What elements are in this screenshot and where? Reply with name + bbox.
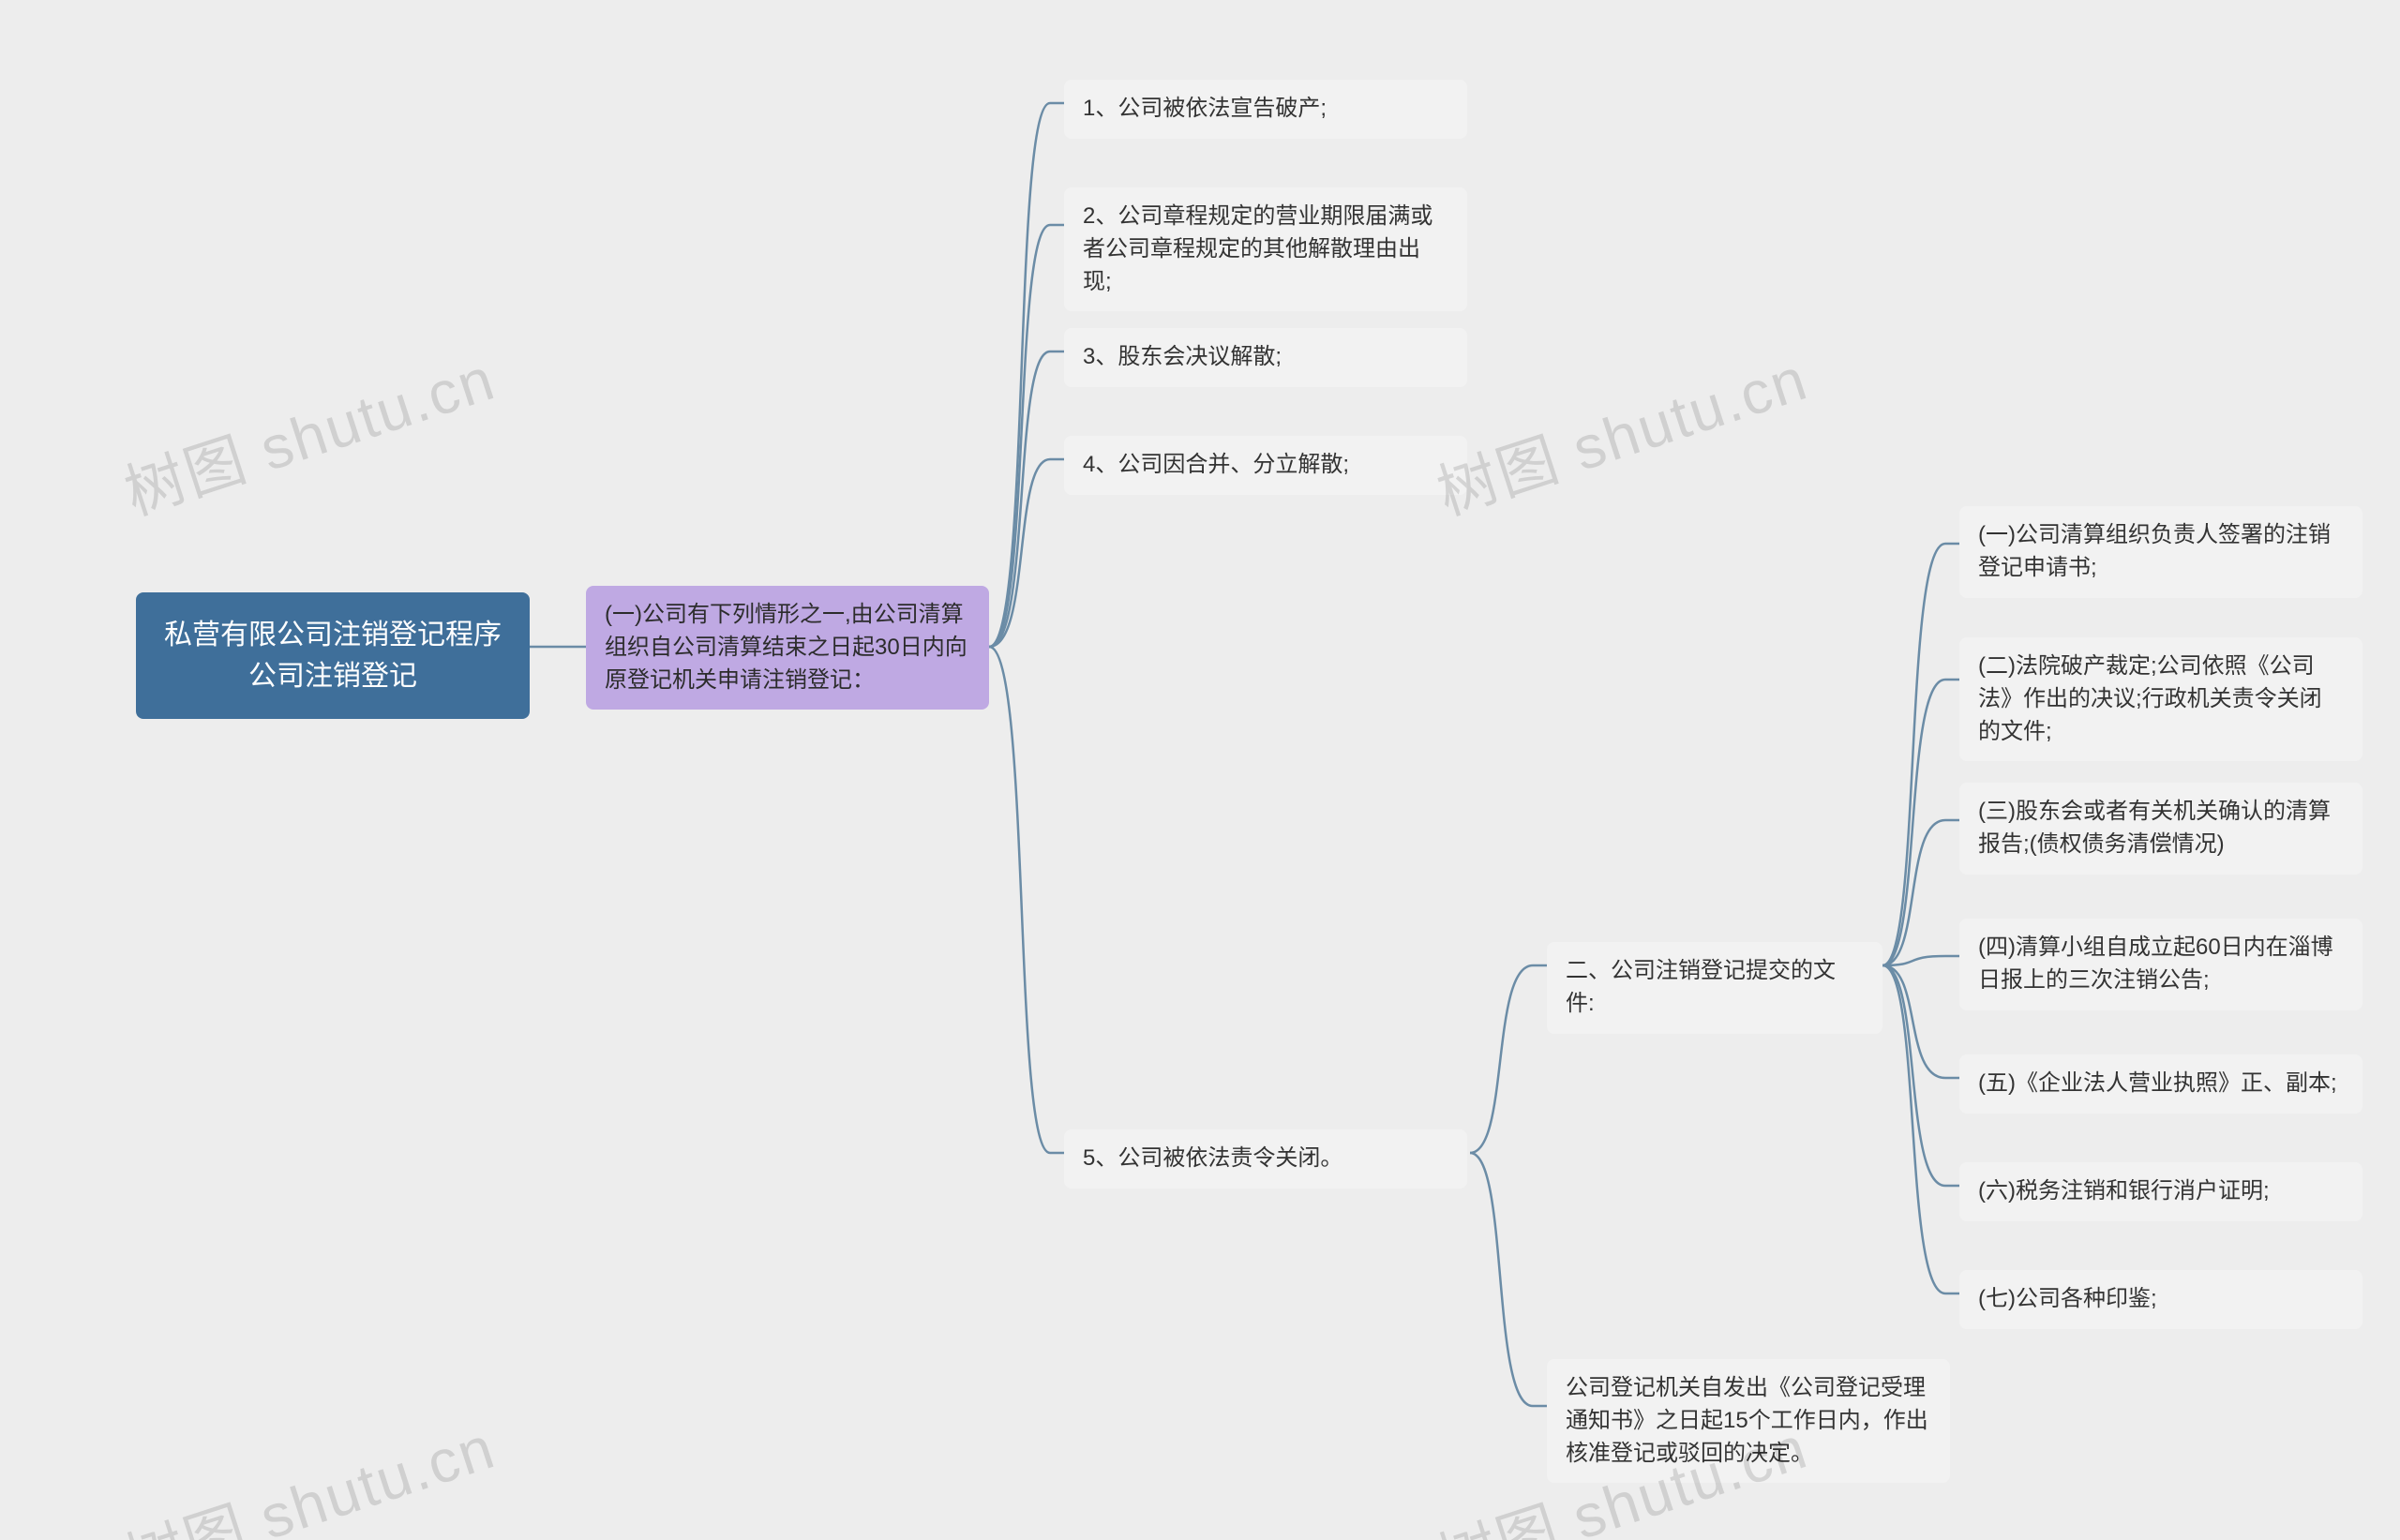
doc-d1[interactable]: (一)公司清算组织负责人签署的注销登记申请书; [1959,506,2362,598]
mindmap-canvas: 私营有限公司注销登记程序公司注销登记 (一)公司有下列情形之一,由公司清算组织自… [0,0,2400,1540]
leaf-label: (四)清算小组自成立起60日内在淄博日报上的三次注销公告; [1978,934,2333,993]
final-node[interactable]: 公司登记机关自发出《公司登记受理通知书》之日起15个工作日内，作出核准登记或驳回… [1547,1359,1950,1483]
condition-node[interactable]: (一)公司有下列情形之一,由公司清算组织自公司清算结束之日起30日内向原登记机关… [586,586,989,710]
leaf-c4[interactable]: 4、公司因合并、分立解散; [1064,436,1467,495]
leaf-c2[interactable]: 2、公司章程规定的营业期限届满或者公司章程规定的其他解散理由出现; [1064,187,1467,311]
section2-title-node[interactable]: 二、公司注销登记提交的文件: [1547,942,1882,1034]
condition-label: (一)公司有下列情形之一,由公司清算组织自公司清算结束之日起30日内向原登记机关… [605,602,968,693]
leaf-label: 2、公司章程规定的营业期限届满或者公司章程规定的其他解散理由出现; [1083,203,1432,294]
leaf-label: (六)税务注销和银行消户证明; [1978,1178,2270,1204]
leaf-label: (一)公司清算组织负责人签署的注销登记申请书; [1978,522,2331,580]
section2-title-label: 二、公司注销登记提交的文件: [1566,958,1836,1016]
leaf-label: 5、公司被依法责令关闭。 [1083,1145,1342,1171]
leaf-label: (五)《企业法人营业执照》正、副本; [1978,1070,2337,1096]
doc-d5[interactable]: (五)《企业法人营业执照》正、副本; [1959,1054,2362,1114]
leaf-label: (七)公司各种印鉴; [1978,1286,2157,1311]
leaf-c1[interactable]: 1、公司被依法宣告破产; [1064,80,1467,139]
leaf-c5[interactable]: 5、公司被依法责令关闭。 [1064,1129,1467,1189]
root-node[interactable]: 私营有限公司注销登记程序公司注销登记 [136,592,530,719]
doc-d4[interactable]: (四)清算小组自成立起60日内在淄博日报上的三次注销公告; [1959,919,2362,1010]
watermark: 树图 shutu.cn [112,331,504,531]
doc-d2[interactable]: (二)法院破产裁定;公司依照《公司法》作出的决议;行政机关责令关闭的文件; [1959,637,2362,761]
doc-d3[interactable]: (三)股东会或者有关机关确认的清算报告;(债权债务清偿情况) [1959,783,2362,875]
leaf-label: 4、公司因合并、分立解散; [1083,452,1349,477]
leaf-label: 3、股东会决议解散; [1083,344,1282,369]
root-label: 私营有限公司注销登记程序公司注销登记 [164,620,502,692]
leaf-label: (二)法院破产裁定;公司依照《公司法》作出的决议;行政机关责令关闭的文件; [1978,653,2322,744]
leaf-label: (三)股东会或者有关机关确认的清算报告;(债权债务清偿情况) [1978,799,2331,857]
doc-d6[interactable]: (六)税务注销和银行消户证明; [1959,1162,2362,1221]
leaf-label: 1、公司被依法宣告破产; [1083,96,1327,121]
leaf-c3[interactable]: 3、股东会决议解散; [1064,328,1467,387]
doc-d7[interactable]: (七)公司各种印鉴; [1959,1270,2362,1329]
watermark: 树图 shutu.cn [1425,331,1817,531]
watermark: 树图 shutu.cn [112,1399,504,1540]
final-label: 公司登记机关自发出《公司登记受理通知书》之日起15个工作日内，作出核准登记或驳回… [1566,1375,1928,1466]
